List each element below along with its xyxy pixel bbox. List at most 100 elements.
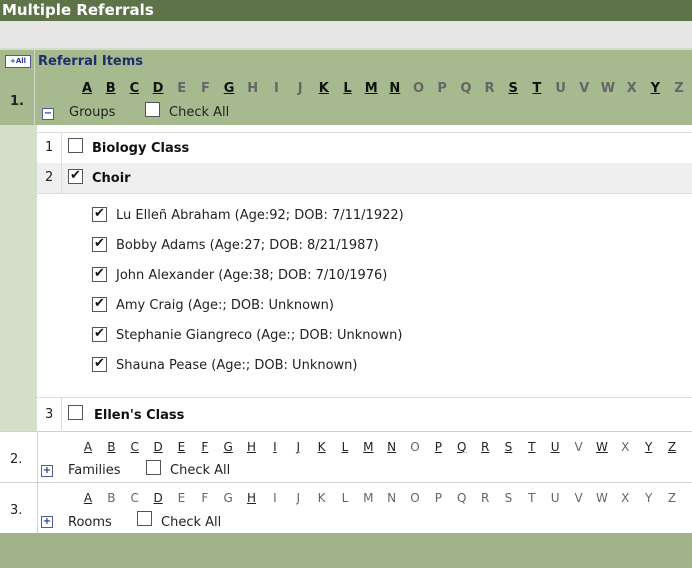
letter-filter-h[interactable]: H xyxy=(247,440,256,454)
member-checkbox[interactable] xyxy=(92,326,107,342)
letter-filter-w: W xyxy=(595,491,608,505)
group-name: Ellen's Class xyxy=(94,408,185,423)
letter-filter-d[interactable]: D xyxy=(153,440,162,454)
letter-filter-c[interactable]: C xyxy=(130,81,140,96)
divider xyxy=(61,133,62,163)
letter-filter-n: N xyxy=(387,491,397,505)
member-checkbox[interactable] xyxy=(92,296,107,312)
letter-filter-k[interactable]: K xyxy=(319,81,329,96)
letter-filter-z[interactable]: Z xyxy=(668,440,676,454)
letter-filter-x: X xyxy=(626,81,637,96)
member-checkbox[interactable] xyxy=(92,266,107,282)
letter-filter-k[interactable]: K xyxy=(318,440,326,454)
letter-filter-l[interactable]: L xyxy=(342,440,349,454)
check-all-checkbox[interactable] xyxy=(145,102,160,117)
letter-filter-o: O xyxy=(410,491,420,505)
letter-filter-y[interactable]: Y xyxy=(651,81,660,96)
divider xyxy=(61,163,62,193)
letter-filter-g: G xyxy=(223,491,233,505)
group-checkbox-choir[interactable] xyxy=(68,168,83,184)
letter-filter-p[interactable]: P xyxy=(435,440,442,454)
check-all-checkbox[interactable] xyxy=(146,460,161,475)
letter-filter-n[interactable]: N xyxy=(389,81,400,96)
letter-filter-a[interactable]: A xyxy=(82,81,92,96)
letter-filter-g[interactable]: G xyxy=(224,81,235,96)
letter-filter-c[interactable]: C xyxy=(131,440,139,454)
letter-filter-l[interactable]: L xyxy=(343,81,351,96)
group-name: Biology Class xyxy=(92,141,190,156)
expand-icon[interactable]: + xyxy=(41,516,53,528)
section-name: Families xyxy=(68,463,121,478)
letter-filter-m: M xyxy=(363,491,374,505)
letter-filter-s[interactable]: S xyxy=(509,81,518,96)
check-all-checkbox[interactable] xyxy=(137,511,152,526)
letter-filter-a[interactable]: A xyxy=(84,440,92,454)
left-gutter xyxy=(0,125,37,431)
member-name: Lu Elleñ Abraham (Age:92; DOB: 7/11/1922… xyxy=(116,208,404,223)
letter-filter-r: R xyxy=(484,81,495,96)
letter-filter-o: O xyxy=(410,440,420,454)
letter-filter-m[interactable]: M xyxy=(365,81,378,96)
letter-filter-h[interactable]: H xyxy=(247,491,256,505)
letter-filter-v: V xyxy=(574,440,583,454)
letter-filter-o: O xyxy=(412,81,425,96)
letter-filter-x: X xyxy=(621,440,630,454)
letter-filter-b[interactable]: B xyxy=(107,440,115,454)
letter-filter-f[interactable]: F xyxy=(201,440,208,454)
member-checkbox[interactable] xyxy=(92,236,107,252)
letter-filter-b: B xyxy=(107,491,116,505)
letter-filter-z: Z xyxy=(674,81,684,96)
letter-filter-n[interactable]: N xyxy=(387,440,396,454)
letter-filter-v: V xyxy=(579,81,590,96)
letter-filter-w: W xyxy=(600,81,616,96)
letter-filter-t: T xyxy=(528,491,536,505)
letter-filter-q[interactable]: Q xyxy=(457,440,466,454)
member-name: Shauna Pease (Age:; DOB: Unknown) xyxy=(116,358,358,373)
group-checkbox-ellens-class[interactable] xyxy=(68,405,83,420)
letter-filter-j: J xyxy=(296,491,301,505)
letter-filter-j[interactable]: J xyxy=(296,440,300,454)
letter-filter-m[interactable]: M xyxy=(363,440,373,454)
member-name: Stephanie Giangreco (Age:; DOB: Unknown) xyxy=(116,328,403,343)
expand-icon[interactable]: + xyxy=(41,465,53,477)
letter-filter-e[interactable]: E xyxy=(178,440,186,454)
letter-filter-p: P xyxy=(437,81,447,96)
letter-filter-r[interactable]: R xyxy=(481,440,489,454)
letter-filter-w[interactable]: W xyxy=(596,440,608,454)
letter-filter-l: L xyxy=(341,491,349,505)
letter-filter-a[interactable]: A xyxy=(84,491,92,505)
letter-filter-q: Q xyxy=(457,491,467,505)
toolbar-area xyxy=(0,21,692,48)
letter-filter-q: Q xyxy=(460,81,472,96)
letter-filter-d[interactable]: D xyxy=(153,81,164,96)
letter-filter-p: P xyxy=(434,491,443,505)
letter-filter-i[interactable]: I xyxy=(273,440,277,454)
letter-filter-t[interactable]: T xyxy=(532,81,541,96)
letter-filter-u[interactable]: U xyxy=(551,440,560,454)
add-all-button[interactable]: +All xyxy=(5,55,31,68)
group-number: 3 xyxy=(45,407,54,422)
member-name: John Alexander (Age:38; DOB: 7/10/1976) xyxy=(116,268,388,283)
group-row: 2 Choir xyxy=(37,163,692,194)
title-bar: Multiple Referrals xyxy=(0,0,692,21)
letter-filter-c: C xyxy=(130,491,139,505)
member-checkbox[interactable] xyxy=(92,206,107,222)
member-checkbox[interactable] xyxy=(92,356,107,372)
letter-filter-e: E xyxy=(177,81,187,96)
letter-filter-y[interactable]: Y xyxy=(645,440,652,454)
alphabet-filter-rooms: A BCD E FGH I J K LMNOPQRS TUVWXYZ xyxy=(0,491,692,507)
letter-filter-d[interactable]: D xyxy=(153,491,162,505)
letter-filter-s[interactable]: S xyxy=(505,440,513,454)
group-row: 1 Biology Class xyxy=(37,132,692,164)
collapse-icon[interactable]: − xyxy=(42,108,54,120)
alphabet-filter-groups: ABCDEFGHI J KLMNOPQRSTUVWXYZ xyxy=(0,81,692,99)
footer-bar xyxy=(0,533,692,568)
page-title: Multiple Referrals xyxy=(2,1,154,19)
rooms-section: 3. ABCDEFGHIJKLMNOPQRSTUVWXYZ + Rooms Ch… xyxy=(0,482,692,534)
letter-filter-t[interactable]: T xyxy=(528,440,535,454)
letter-filter-r: R xyxy=(480,491,490,505)
letter-filter-g[interactable]: G xyxy=(224,440,233,454)
group-checkbox-biology-class[interactable] xyxy=(68,138,83,153)
group-number: 1 xyxy=(45,140,54,155)
letter-filter-b[interactable]: B xyxy=(106,81,116,96)
